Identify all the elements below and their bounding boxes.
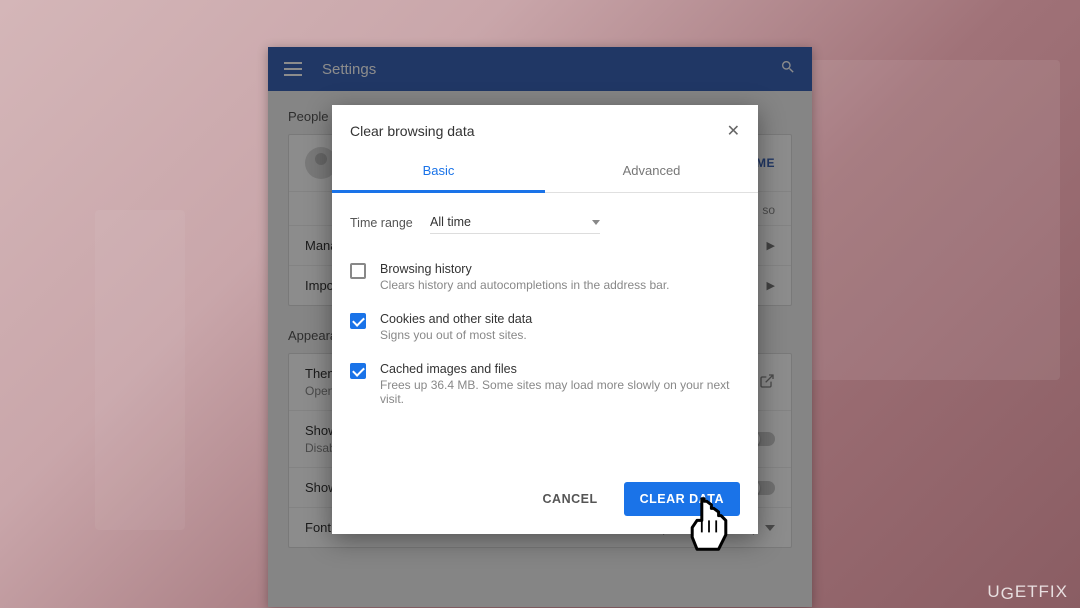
clear-browsing-data-dialog: Clear browsing data ✕ Basic Advanced Tim… [332,105,758,534]
check-row-cookies[interactable]: Cookies and other site data Signs you ou… [350,302,740,352]
checkbox-cache[interactable] [350,363,366,379]
close-icon[interactable]: ✕ [727,121,740,141]
checkbox-history[interactable] [350,263,366,279]
check-row-history[interactable]: Browsing history Clears history and auto… [350,252,740,302]
time-range-select[interactable]: All time [430,211,600,234]
tab-advanced[interactable]: Advanced [545,151,758,192]
check-row-cache[interactable]: Cached images and files Frees up 36.4 MB… [350,352,740,416]
checkbox-cookies[interactable] [350,313,366,329]
watermark: UGETFIX [987,582,1068,602]
time-range-label: Time range [350,216,430,230]
clear-data-button[interactable]: CLEAR DATA [624,482,740,516]
cancel-button[interactable]: CANCEL [531,482,610,516]
dropdown-icon [592,220,600,225]
dialog-title: Clear browsing data [350,123,727,139]
tab-basic[interactable]: Basic [332,151,545,193]
